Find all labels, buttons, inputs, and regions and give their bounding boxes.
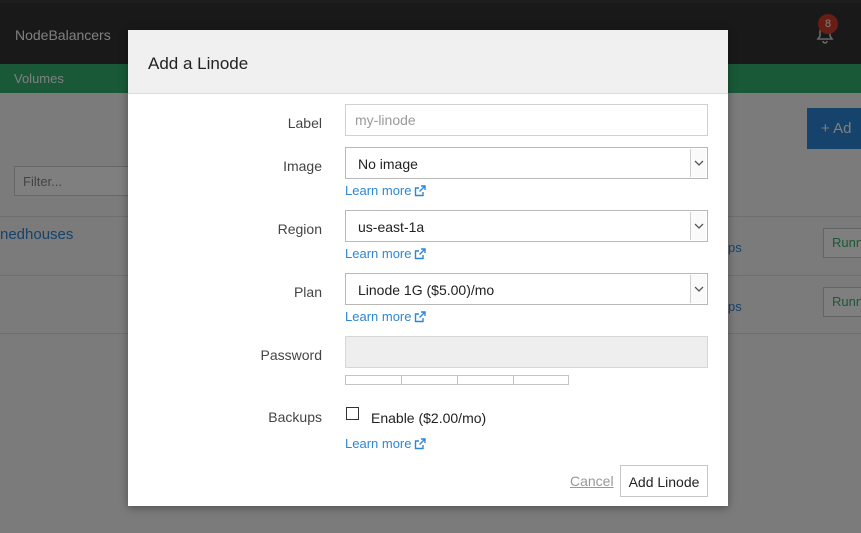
image-learn-more-link[interactable]: Learn more bbox=[345, 183, 427, 198]
external-link-icon bbox=[415, 438, 427, 450]
modal-title: Add a Linode bbox=[148, 54, 249, 73]
plan-learn-more-link[interactable]: Learn more bbox=[345, 309, 427, 324]
backups-checkbox-label[interactable]: Enable ($2.00/mo) bbox=[371, 410, 486, 426]
label-placeholder: my-linode bbox=[355, 112, 416, 128]
region-field-label: Region bbox=[277, 221, 322, 237]
chevron-down-icon bbox=[690, 212, 706, 240]
strength-segment bbox=[514, 376, 570, 384]
learn-more-label: Learn more bbox=[345, 246, 412, 261]
label-field-label: Label bbox=[287, 115, 322, 131]
modal-header: Add a Linode bbox=[128, 30, 728, 94]
add-linode-button[interactable]: Add Linode bbox=[620, 465, 708, 497]
external-link-icon bbox=[415, 185, 427, 197]
chevron-down-icon bbox=[690, 275, 706, 303]
external-link-icon bbox=[415, 248, 427, 260]
plan-select-value: Linode 1G ($5.00)/mo bbox=[358, 282, 495, 298]
image-select[interactable]: No image bbox=[345, 147, 708, 179]
external-link-icon bbox=[415, 311, 427, 323]
chevron-down-icon bbox=[690, 149, 706, 177]
password-strength-meter bbox=[345, 375, 569, 385]
cancel-button[interactable]: Cancel bbox=[570, 473, 614, 489]
learn-more-label: Learn more bbox=[345, 309, 412, 324]
strength-segment bbox=[458, 376, 514, 384]
label-input[interactable]: my-linode bbox=[345, 104, 708, 136]
region-select-value: us-east-1a bbox=[358, 219, 425, 235]
backups-checkbox[interactable] bbox=[346, 407, 359, 420]
password-field-label: Password bbox=[260, 347, 322, 363]
region-select[interactable]: us-east-1a bbox=[345, 210, 708, 242]
plan-field-label: Plan bbox=[293, 284, 322, 300]
image-select-value: No image bbox=[358, 156, 418, 172]
learn-more-label: Learn more bbox=[345, 183, 412, 198]
strength-segment bbox=[402, 376, 458, 384]
backups-learn-more-link[interactable]: Learn more bbox=[345, 436, 427, 451]
region-learn-more-link[interactable]: Learn more bbox=[345, 246, 427, 261]
add-linode-modal: Add a Linode Label my-linode Image No im… bbox=[128, 30, 728, 506]
image-field-label: Image bbox=[283, 158, 322, 174]
backups-field-label: Backups bbox=[268, 409, 322, 425]
password-input[interactable] bbox=[345, 336, 708, 368]
learn-more-label: Learn more bbox=[345, 436, 412, 451]
strength-segment bbox=[346, 376, 402, 384]
plan-select[interactable]: Linode 1G ($5.00)/mo bbox=[345, 273, 708, 305]
